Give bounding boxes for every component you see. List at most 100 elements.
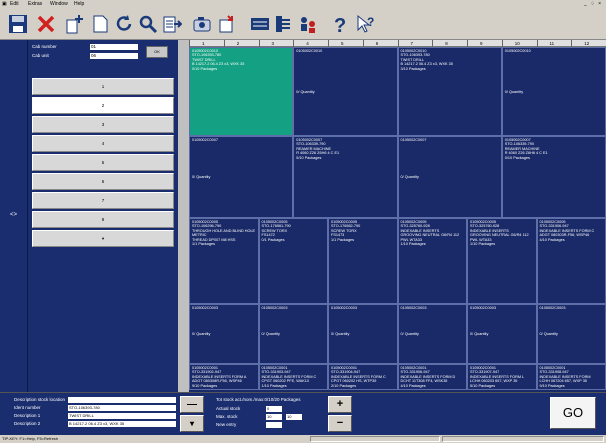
drawer-cell[interactable]: 0105002C0003 0/ Quantity	[189, 304, 259, 364]
cab-number-field[interactable]: 01	[90, 44, 138, 50]
cell-qty: 1/1 Packages	[192, 242, 216, 247]
max-stock-field[interactable]: 10	[266, 414, 282, 420]
max-stock-label: Max. stock	[216, 414, 238, 419]
menu-extras[interactable]: Extras	[28, 0, 42, 8]
shelf-button[interactable]: 7	[32, 192, 174, 209]
shelf-button[interactable]: 8	[32, 211, 174, 228]
drawer-cell[interactable]: 0105002C0005 STO-176562-790 SCREW TORX FS14…	[328, 218, 398, 304]
desc2-field[interactable]: B 14217.2 06.4 Z3 x3, WXK 35	[68, 421, 176, 427]
shelf-button[interactable]: 4	[32, 135, 174, 152]
user-switch-icon[interactable]	[296, 12, 320, 36]
drawer-cell[interactable]: 0105002C0007 0/ Quantity	[189, 136, 294, 218]
shelf-button[interactable]: 3	[32, 116, 174, 133]
menu-window[interactable]: Window	[50, 0, 68, 8]
actual-stock-field[interactable]: 0	[266, 406, 282, 412]
cell-code: 0105002C0007	[192, 138, 218, 142]
drawer-cell[interactable]: 0105002C0005 STO-176561-790 SCREW TORX FS14…	[258, 218, 328, 304]
layout-icon[interactable]	[248, 12, 272, 36]
menu-bar: ▣ Edit Extras Window Help _ ♢ ×	[0, 0, 606, 8]
app-icon[interactable]: ▣	[2, 0, 7, 8]
cell-qty: 4/10 Packages	[400, 383, 426, 388]
drawer-cell[interactable]: 0105002C0007 0/ Quantity	[397, 136, 502, 218]
cell-qty: 2/10 Packages	[331, 383, 357, 388]
cell-qty: 0/ Quantity	[192, 174, 211, 179]
context-help-icon[interactable]: ?	[354, 12, 378, 36]
search-icon[interactable]	[136, 12, 160, 36]
drawer-cell[interactable]: 0105002C0001 STO-331904-947 INDEXABLE INSE…	[328, 364, 398, 390]
drawer-cell[interactable]: 0105002C0001 STO-331903-947 INDEXABLE INSE…	[258, 364, 328, 390]
help-icon[interactable]: ?	[328, 12, 352, 36]
drawer-cell[interactable]: 0105002C0001 STO-331907-947 INDEXABLE INSE…	[467, 364, 537, 390]
cell-qty: 0/ Quantity	[261, 331, 280, 336]
drawer-cell[interactable]: 0105002C0003 0/ Quantity	[258, 304, 328, 364]
cell-qty: 0/ Quantity	[400, 174, 419, 179]
shelf-button[interactable]: 2	[32, 97, 174, 114]
desc-stock-field[interactable]	[68, 397, 176, 403]
drawer-cell[interactable]: 0105002C0005 STO-325760-928 INDEXABLE INSE…	[397, 218, 467, 304]
collapse-strip[interactable]: <>	[0, 40, 28, 392]
expand-arrow-icon[interactable]: <>	[10, 212, 17, 218]
cab-unit-field[interactable]: 06	[90, 53, 138, 59]
minus-button[interactable]: −	[328, 415, 352, 432]
new-document-icon[interactable]	[88, 12, 112, 36]
camera-icon[interactable]	[190, 12, 214, 36]
hierarchy-icon[interactable]	[272, 12, 296, 36]
shelf-button[interactable]: 6	[32, 173, 174, 190]
menu-edit[interactable]: Edit	[10, 0, 19, 8]
toolbar: ? ?	[0, 8, 606, 40]
cab-number-label: Cab number	[32, 44, 57, 49]
column-header: 1 2 3 4 5 6 7 8 9 10 11 12	[189, 40, 606, 47]
cell-qty: 0/ Quantity	[331, 331, 350, 336]
column-header-cell: 10	[501, 40, 537, 47]
shelf-button[interactable]: 1	[32, 78, 174, 95]
window-controls[interactable]: _ ♢ ×	[584, 0, 602, 8]
drawer-cell[interactable]: 0105002C0003 0/ Quantity	[397, 304, 467, 364]
cell-qty: 5/10 Packages	[470, 383, 496, 388]
drawer-cell[interactable]: 0105002C0005 STO-331906-947 INDEXABLE INSE…	[536, 218, 606, 304]
drawer-cell[interactable]: 0105002C0001 STO-331906-947 INDEXABLE INSE…	[397, 364, 467, 390]
drawer-cell[interactable]: 0105002C0003 0/ Quantity	[328, 304, 398, 364]
cell-qty: 1/10 Packages	[470, 242, 496, 247]
export-icon[interactable]	[214, 12, 238, 36]
drawer-cell[interactable]: 0105002C0003 0/ Quantity	[467, 304, 537, 364]
decrease-button[interactable]: —	[180, 396, 204, 413]
cell-code: 0105002C0003	[192, 306, 218, 310]
save-icon[interactable]	[6, 12, 30, 36]
max-stock-field-2[interactable]: 10	[286, 414, 302, 420]
go-button[interactable]: GO	[550, 397, 596, 429]
drawer-cell[interactable]: 0105002C0007 STO-106339-790 REAMER MACHINE…	[501, 136, 606, 218]
cell-qty: 5/10 Packages	[296, 155, 322, 160]
ident-label: Ident number	[14, 405, 41, 410]
drawer-cell[interactable]: 0105002C0010 0/ Quantity	[293, 47, 398, 136]
desc2-label: Description 2	[14, 421, 41, 426]
import-icon[interactable]	[160, 12, 184, 36]
delete-icon[interactable]	[34, 12, 58, 36]
ok-button[interactable]: OK	[146, 46, 168, 58]
drawer-cell[interactable]: 0105002C0005 STO-325760-928 INDEXABLE INSE…	[467, 218, 537, 304]
drawer-cell[interactable]: 0105002C0010 STO-106393-780 TWIST DRILL B 1…	[189, 47, 294, 136]
desc1-field[interactable]: TWIST DRILL	[68, 413, 176, 419]
column-header-cell: 12	[571, 40, 606, 47]
scroll-down-button[interactable]: ▾	[180, 415, 204, 432]
plus-button[interactable]: +	[328, 396, 352, 413]
drawer-cell[interactable]: 0105002C0010 STO-106393-780 TWIST DRILL B 1…	[397, 47, 502, 136]
refresh-icon[interactable]	[112, 12, 136, 36]
drawer-cell[interactable]: 0105002C0007 STO-106339-790 REAMER MACHINE…	[293, 136, 398, 218]
drawer-cell[interactable]: 0105002C0003 0/ Quantity	[536, 304, 606, 364]
cell-qty: 0/ Quantity	[296, 89, 315, 94]
ident-field[interactable]: STO-106393-780	[68, 405, 176, 411]
shelf-button[interactable]: 5	[32, 154, 174, 171]
new-icon[interactable]	[62, 12, 86, 36]
menu-help[interactable]: Help	[74, 0, 84, 8]
drawer-cell[interactable]: 0105002C0001 STO-331908-947 INDEXABLE INSE…	[536, 364, 606, 390]
desc1-label: Description 1	[14, 413, 41, 418]
new-entry-field[interactable]	[266, 422, 282, 428]
drawer-cell[interactable]: 0105002C0001 STO-331902-947 INDEXABLE INSE…	[189, 364, 259, 390]
cell-qty: 3/10 Packages	[400, 66, 426, 71]
shelf-button[interactable]: ▾	[32, 230, 174, 247]
cell-qty: 9/10 Packages	[539, 383, 565, 388]
drawer-cell[interactable]: 0105002C0005 STO-106296-790 THROUGH HOLE A…	[189, 218, 259, 304]
cell-qty: 0/10 Packages	[504, 155, 530, 160]
drawer-cell[interactable]: 0105002C0010 0/ Quantity	[501, 47, 606, 136]
cab-unit-label: Cab unit	[32, 53, 49, 58]
